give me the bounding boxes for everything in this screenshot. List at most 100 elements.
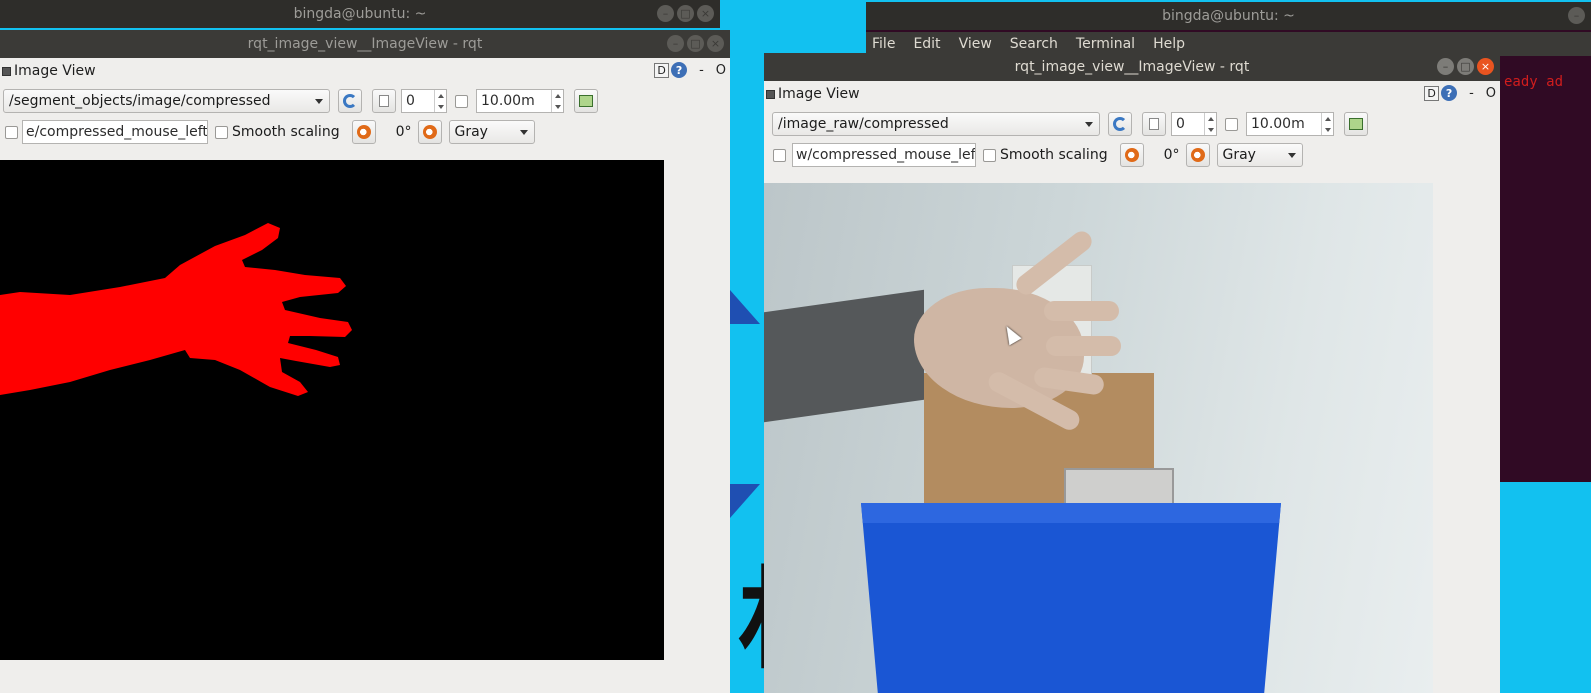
topic-value: /segment_objects/image/compressed bbox=[9, 93, 271, 109]
mouse-publish-checkbox[interactable] bbox=[5, 125, 18, 139]
dock-title: Image View bbox=[778, 86, 860, 102]
smooth-scaling-checkbox[interactable] bbox=[215, 125, 228, 139]
chevron-down-icon bbox=[1287, 153, 1296, 158]
rotate-right-icon bbox=[422, 125, 437, 139]
smooth-scaling-label: Smooth scaling bbox=[232, 124, 340, 140]
color-scheme-combo[interactable]: Gray bbox=[448, 120, 535, 144]
left-rqt-titlebar[interactable]: rqt_image_view__ImageView - rqt – □ × bbox=[0, 30, 730, 58]
dynamic-range-checkbox[interactable] bbox=[1225, 117, 1238, 131]
close-button[interactable]: × bbox=[707, 35, 724, 52]
dock-icon bbox=[766, 89, 775, 99]
image-canvas[interactable] bbox=[764, 183, 1433, 693]
close-button[interactable]: × bbox=[1477, 58, 1494, 75]
save-icon bbox=[579, 95, 593, 107]
left-rqt-body: Image View D ? - O /segment_objects/imag… bbox=[0, 58, 730, 693]
menu-terminal[interactable]: Terminal bbox=[1076, 36, 1135, 52]
refresh-button[interactable] bbox=[1108, 112, 1132, 136]
dock-float-button[interactable]: O bbox=[1486, 86, 1496, 101]
color-scheme-value: Gray bbox=[1222, 147, 1256, 163]
toolbar-row-1: /segment_objects/image/compressed 0 10.0… bbox=[0, 88, 730, 114]
desktop-shape-upper bbox=[730, 290, 760, 324]
dock-icon bbox=[2, 66, 11, 76]
mouse-publish-checkbox[interactable] bbox=[773, 148, 786, 162]
dock-title: Image View bbox=[14, 63, 96, 79]
close-button[interactable]: × bbox=[697, 5, 714, 22]
menu-search[interactable]: Search bbox=[1010, 36, 1058, 52]
rotation-label: 0° bbox=[1163, 147, 1180, 163]
menu-view[interactable]: View bbox=[959, 36, 992, 52]
max-depth-arrows[interactable] bbox=[1321, 113, 1333, 135]
rotate-left-button[interactable] bbox=[1119, 143, 1144, 167]
smooth-scaling-checkbox[interactable] bbox=[983, 148, 996, 162]
dock-controls: D ? - O bbox=[1424, 85, 1496, 101]
max-depth-arrows[interactable] bbox=[551, 90, 563, 112]
dock-d-button[interactable]: D bbox=[1424, 85, 1440, 101]
save-image-button[interactable] bbox=[574, 89, 598, 113]
right-rqt-titlebar[interactable]: rqt_image_view__ImageView - rqt – □ × bbox=[764, 53, 1500, 81]
page-icon bbox=[379, 95, 389, 107]
refresh-button[interactable] bbox=[338, 89, 362, 113]
color-scheme-value: Gray bbox=[454, 124, 488, 140]
help-button[interactable]: ? bbox=[1441, 85, 1458, 101]
dynamic-range-checkbox[interactable] bbox=[455, 94, 468, 108]
spin-value: 0 bbox=[406, 93, 415, 109]
spin-input[interactable]: 0 bbox=[401, 89, 447, 113]
mouse-topic-input[interactable]: e/compressed_mouse_left bbox=[22, 120, 208, 144]
minimize-button[interactable]: – bbox=[657, 5, 674, 22]
dock-float-button[interactable]: O bbox=[716, 63, 726, 78]
menu-edit[interactable]: Edit bbox=[913, 36, 940, 52]
spin-arrows[interactable] bbox=[1204, 113, 1216, 135]
finger bbox=[1044, 301, 1119, 321]
minimize-button[interactable]: – bbox=[1437, 58, 1454, 75]
help-button[interactable]: ? bbox=[671, 62, 688, 78]
rotate-left-button[interactable] bbox=[351, 120, 376, 144]
refresh-icon bbox=[343, 94, 357, 108]
minimize-button[interactable]: – bbox=[1568, 7, 1585, 24]
rotate-left-icon bbox=[356, 125, 371, 139]
spin-arrows[interactable] bbox=[434, 90, 446, 112]
max-depth-input[interactable]: 10.00m bbox=[1246, 112, 1334, 136]
finger bbox=[1046, 336, 1121, 356]
maximize-button[interactable]: □ bbox=[687, 35, 704, 52]
maximize-button[interactable]: □ bbox=[677, 5, 694, 22]
zoom-1-button[interactable] bbox=[372, 89, 396, 113]
maximize-button[interactable]: □ bbox=[1457, 58, 1474, 75]
right-rqt-window: rqt_image_view__ImageView - rqt – □ × Im… bbox=[764, 53, 1500, 693]
rotate-right-button[interactable] bbox=[1185, 143, 1210, 167]
dock-minimize-button[interactable]: - bbox=[1469, 86, 1474, 101]
image-canvas[interactable] bbox=[0, 160, 664, 660]
dock-header: Image View D ? - O bbox=[764, 81, 1500, 107]
left-rqt-title: rqt_image_view__ImageView - rqt bbox=[247, 36, 483, 52]
spin-input[interactable]: 0 bbox=[1171, 112, 1217, 136]
mouse-topic-input[interactable]: w/compressed_mouse_left bbox=[792, 143, 976, 167]
menu-file[interactable]: File bbox=[872, 36, 895, 52]
zoom-1-button[interactable] bbox=[1142, 112, 1166, 136]
mouse-topic-value: w/compressed_mouse_left bbox=[796, 147, 976, 163]
toolbar-row-1: /image_raw/compressed 0 10.00m bbox=[764, 111, 1500, 137]
toolbar-row-2: e/compressed_mouse_left Smooth scaling 0… bbox=[0, 119, 730, 145]
chevron-down-icon bbox=[519, 130, 528, 135]
back-window-titlebar[interactable]: bingda@ubuntu: ~ – □ × bbox=[0, 0, 720, 28]
color-scheme-combo[interactable]: Gray bbox=[1216, 143, 1303, 167]
dock-minimize-button[interactable]: - bbox=[699, 63, 704, 78]
max-depth-input[interactable]: 10.00m bbox=[476, 89, 564, 113]
page-icon bbox=[1149, 118, 1159, 130]
menu-help[interactable]: Help bbox=[1153, 36, 1185, 52]
save-icon bbox=[1349, 118, 1363, 130]
desktop-shape-lower bbox=[730, 484, 760, 518]
terminal-titlebar[interactable]: bingda@ubuntu: ~ – bbox=[866, 2, 1591, 30]
dock-d-button[interactable]: D bbox=[654, 62, 670, 78]
right-rqt-body: Image View D ? - O /image_raw/compressed… bbox=[764, 81, 1500, 693]
topic-combo[interactable]: /segment_objects/image/compressed bbox=[3, 89, 330, 113]
back-window: bingda@ubuntu: ~ – □ × bbox=[0, 0, 720, 30]
max-depth-value: 10.00m bbox=[1251, 116, 1305, 132]
arm bbox=[764, 289, 924, 423]
chevron-down-icon bbox=[1085, 122, 1093, 127]
chevron-down-icon bbox=[315, 99, 323, 104]
rotate-right-button[interactable] bbox=[417, 120, 442, 144]
save-image-button[interactable] bbox=[1344, 112, 1368, 136]
topic-combo[interactable]: /image_raw/compressed bbox=[772, 112, 1100, 136]
minimize-button[interactable]: – bbox=[667, 35, 684, 52]
dock-header: Image View D ? - O bbox=[0, 58, 730, 84]
right-rqt-title: rqt_image_view__ImageView - rqt bbox=[1014, 59, 1250, 75]
